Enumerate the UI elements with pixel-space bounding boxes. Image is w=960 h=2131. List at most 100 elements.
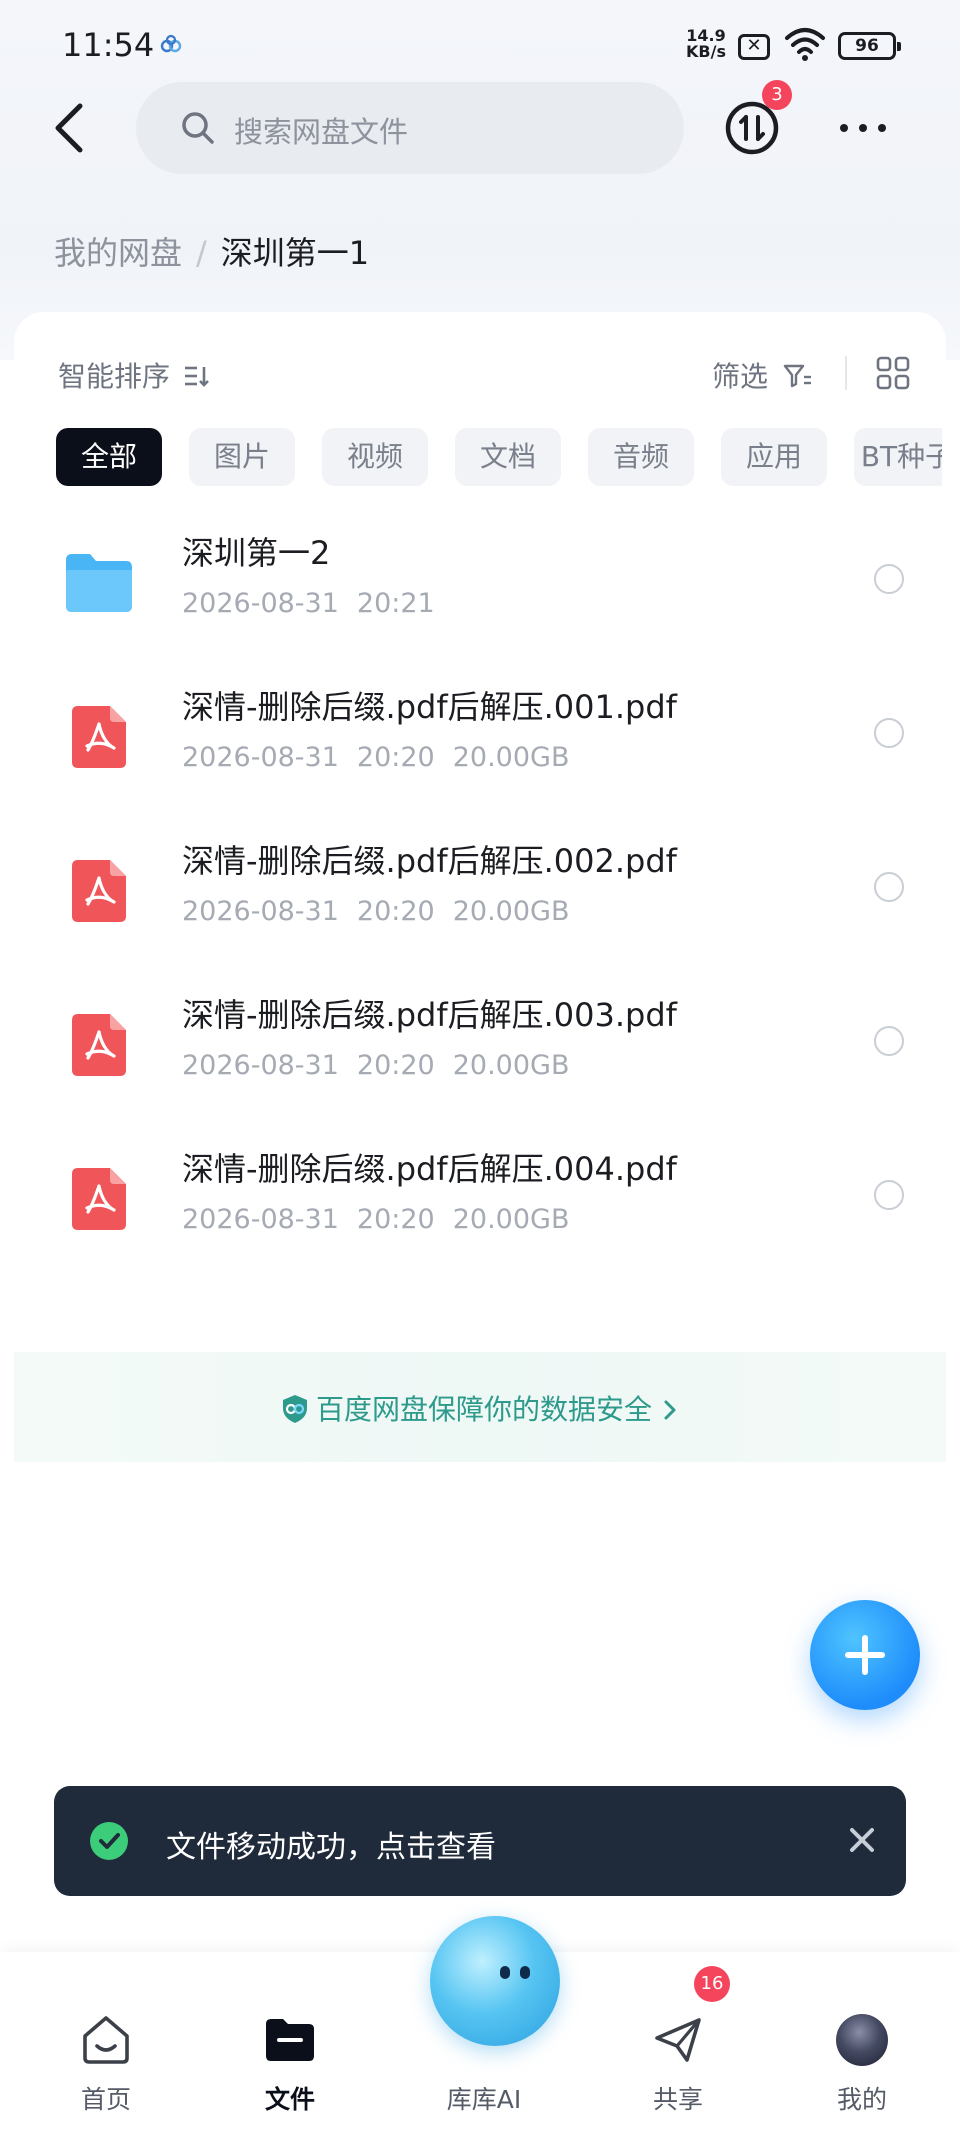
pdf-icon	[72, 860, 126, 922]
filter-label: 筛选	[712, 360, 769, 393]
chip-apps[interactable]: 应用	[721, 428, 827, 486]
share-count-badge: 16	[694, 1966, 730, 2002]
orb-eye	[500, 1966, 510, 1979]
chip-audio[interactable]: 音频	[588, 428, 694, 486]
file-date: 2026-08-31	[182, 896, 339, 927]
search-placeholder: 搜索网盘文件	[234, 115, 409, 149]
close-icon[interactable]	[844, 1822, 880, 1858]
file-meta: 2026-08-31 20:21	[182, 588, 453, 619]
chevron-right-icon	[664, 1400, 676, 1420]
chip-images[interactable]: 图片	[189, 428, 295, 486]
tab-ai-label: 库库AI	[446, 2085, 522, 2114]
file-time: 20:20	[356, 742, 435, 773]
tab-share[interactable]: 共享	[618, 2014, 738, 2116]
file-size: 20.00GB	[452, 1204, 570, 1235]
file-row-pdf[interactable]: 深情-删除后缀.pdf后解压.004.pdf 2026-08-31 20:20 20…	[0, 1126, 960, 1276]
tab-mine-label: 我的	[836, 2085, 887, 2114]
chip-bt[interactable]: BT种子	[854, 428, 942, 486]
network-speed-unit: KB/s	[686, 42, 726, 61]
file-date: 2026-08-31	[182, 1204, 339, 1235]
safety-banner-content: 百度网盘保障你的数据安全	[14, 1388, 946, 1428]
file-time: 20:21	[356, 588, 435, 619]
search-bar[interactable]: 搜索网盘文件	[136, 82, 684, 174]
file-size: 20.00GB	[452, 896, 570, 927]
toast-message: 文件移动成功，点击查看	[166, 1830, 496, 1865]
file-time: 20:20	[356, 896, 435, 927]
status-time: 11:54	[62, 26, 155, 64]
status-bar: 11:54 14.9 KB/s ✕ 96	[0, 0, 960, 92]
select-checkbox[interactable]	[874, 1180, 904, 1210]
select-checkbox[interactable]	[874, 564, 904, 594]
wifi-icon	[785, 28, 825, 61]
select-checkbox[interactable]	[874, 872, 904, 902]
file-time: 20:20	[356, 1050, 435, 1081]
filter-button[interactable]: 筛选	[712, 355, 813, 395]
file-row-pdf[interactable]: 深情-删除后缀.pdf后解压.003.pdf 2026-08-31 20:20 20…	[0, 972, 960, 1122]
sort-button[interactable]: 智能排序	[58, 355, 211, 395]
tab-share-label: 共享	[652, 2085, 703, 2114]
breadcrumb-current: 深圳第一1	[220, 234, 370, 272]
file-name: 深情-删除后缀.pdf后解压.001.pdf	[182, 688, 677, 726]
file-time: 20:20	[356, 1204, 435, 1235]
chip-documents[interactable]: 文档	[455, 428, 561, 486]
success-check-icon	[90, 1822, 128, 1860]
shield-icon	[282, 1395, 307, 1423]
file-name: 深情-删除后缀.pdf后解压.003.pdf	[182, 996, 677, 1034]
file-name: 深情-删除后缀.pdf后解压.002.pdf	[182, 842, 677, 880]
data-safety-banner[interactable]: 百度网盘保障你的数据安全	[14, 1352, 946, 1462]
file-meta: 2026-08-31 20:20 20.00GB	[182, 896, 587, 927]
avatar	[836, 2014, 888, 2066]
filter-icon	[783, 364, 811, 388]
pdf-icon	[72, 1168, 126, 1230]
file-meta: 2026-08-31 20:20 20.00GB	[182, 742, 587, 773]
file-name: 深情-删除后缀.pdf后解压.004.pdf	[182, 1150, 677, 1188]
orb-eye	[520, 1966, 530, 1979]
select-checkbox[interactable]	[874, 718, 904, 748]
file-date: 2026-08-31	[182, 1050, 339, 1081]
tab-files-label: 文件	[264, 2085, 315, 2114]
file-row-folder[interactable]: 深圳第一2 2026-08-31 20:21	[0, 510, 960, 660]
move-success-toast[interactable]: 文件移动成功，点击查看	[54, 1786, 906, 1896]
file-date: 2026-08-31	[182, 588, 339, 619]
network-speed: 14.9 KB/s	[686, 28, 726, 60]
file-name: 深圳第一2	[182, 534, 331, 572]
chip-all[interactable]: 全部	[56, 428, 162, 486]
add-button[interactable]	[810, 1600, 920, 1710]
toolbar-divider	[845, 356, 847, 390]
tab-files[interactable]: 文件	[230, 2014, 350, 2116]
breadcrumb: 我的网盘 / 深圳第一1	[54, 228, 369, 274]
file-row-pdf[interactable]: 深情-删除后缀.pdf后解压.002.pdf 2026-08-31 20:20 20…	[0, 818, 960, 968]
battery-indicator: 96	[838, 32, 901, 60]
category-filter-chips: 全部 图片 视频 文档 音频 应用 BT种子	[56, 428, 942, 486]
file-row-pdf[interactable]: 深情-删除后缀.pdf后解压.001.pdf 2026-08-31 20:20 20…	[0, 664, 960, 814]
paper-plane-icon	[655, 2018, 701, 2062]
no-sim-icon: ✕	[738, 34, 770, 60]
file-meta: 2026-08-31 20:20 20.00GB	[182, 1050, 587, 1081]
ai-assistant-orb-icon[interactable]	[430, 1916, 560, 2046]
file-meta: 2026-08-31 20:20 20.00GB	[182, 1204, 587, 1235]
folder-icon	[66, 554, 132, 612]
file-size: 20.00GB	[452, 1050, 570, 1081]
pdf-icon	[72, 706, 126, 768]
back-arrow-icon[interactable]	[48, 100, 92, 156]
more-options-icon[interactable]	[838, 112, 888, 144]
tab-home-label: 首页	[80, 2085, 131, 2114]
sort-label: 智能排序	[58, 360, 171, 393]
grid-view-icon[interactable]	[876, 356, 910, 390]
tab-mine[interactable]: 我的	[802, 2014, 922, 2116]
pdf-icon	[72, 1014, 126, 1076]
file-date: 2026-08-31	[182, 742, 339, 773]
file-size: 20.00GB	[452, 742, 570, 773]
search-icon	[182, 112, 214, 144]
select-checkbox[interactable]	[874, 1026, 904, 1056]
safety-banner-text: 百度网盘保障你的数据安全	[315, 1393, 652, 1426]
app-notification-icon	[160, 34, 182, 53]
tab-home[interactable]: 首页	[46, 2014, 166, 2116]
breadcrumb-separator: /	[196, 234, 207, 272]
folder-tab-icon	[266, 2019, 314, 2061]
sort-icon	[184, 366, 209, 387]
transfer-count-badge: 3	[762, 80, 792, 110]
home-icon	[83, 2016, 129, 2064]
breadcrumb-root[interactable]: 我的网盘	[54, 234, 182, 272]
chip-videos[interactable]: 视频	[322, 428, 428, 486]
